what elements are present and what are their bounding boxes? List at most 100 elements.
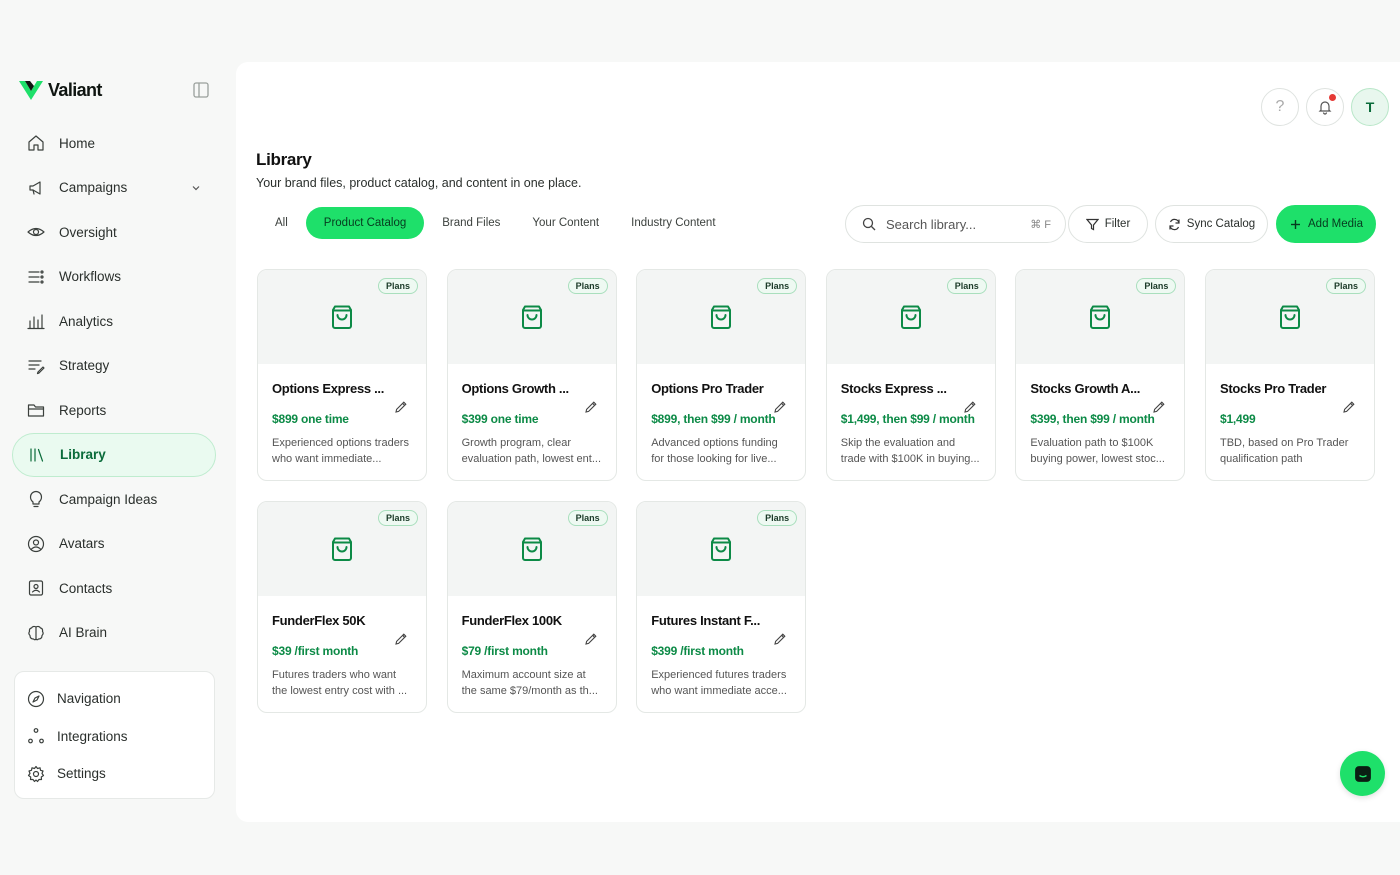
sidebar-item-label: Settings — [57, 766, 106, 782]
sidebar-bottom-menu: Navigation Integrations Settings — [14, 671, 215, 799]
product-card[interactable]: Plans Futures Instant F... $399 /first mon… — [636, 501, 807, 713]
notifications-button[interactable] — [1306, 88, 1344, 126]
sidebar-item-label: Analytics — [59, 313, 114, 329]
filter-button[interactable]: Filter — [1068, 205, 1148, 243]
sidebar-item-home[interactable]: Home — [12, 121, 216, 166]
sidebar-item-oversight[interactable]: Oversight — [12, 210, 216, 255]
tab-product-catalog[interactable]: Product Catalog — [305, 207, 425, 239]
sidebar-item-integrations[interactable]: Integrations — [15, 718, 214, 756]
product-thumbnail: Plans — [1016, 270, 1185, 364]
sidebar-item-contacts[interactable]: Contacts — [12, 566, 216, 611]
plans-badge: Plans — [377, 278, 418, 294]
sidebar-item-reports[interactable]: Reports — [12, 388, 216, 433]
add-media-button[interactable]: Add Media — [1276, 205, 1376, 243]
pencil-edit-icon[interactable] — [584, 632, 598, 646]
tab-your-content[interactable]: Your Content — [518, 207, 613, 239]
sidebar-item-label: Campaigns — [59, 180, 128, 196]
folder-icon — [26, 400, 46, 420]
sidebar-collapse-icon[interactable] — [192, 81, 210, 99]
sidebar-item-campaigns[interactable]: Campaigns — [12, 166, 216, 211]
tab-all[interactable]: All — [262, 207, 302, 239]
product-description: Experienced futures traders who want imm… — [651, 669, 787, 697]
header-actions: ? T — [1261, 88, 1389, 126]
sidebar-item-library[interactable]: Library — [12, 432, 216, 477]
plans-badge: Plans — [1325, 278, 1366, 294]
plans-badge: Plans — [567, 510, 608, 526]
sync-catalog-button[interactable]: Sync Catalog — [1155, 205, 1268, 243]
product-description: Evaluation path to $100K buying power, l… — [1030, 437, 1165, 465]
product-card[interactable]: Plans Options Growth ... $399 one time Grow… — [446, 269, 617, 481]
product-card[interactable]: Plans FunderFlex 50K $39 /first month Futur… — [257, 501, 427, 713]
sidebar-item-label: Campaign Ideas — [59, 491, 158, 507]
sidebar-item-workflows[interactable]: Workflows — [12, 255, 216, 300]
product-card[interactable]: Plans Stocks Pro Trader $1,499 TBD, based o… — [1204, 269, 1375, 481]
page-subtitle: Your brand files, product catalog, and c… — [256, 176, 582, 190]
plans-badge: Plans — [946, 278, 987, 294]
product-thumbnail: Plans — [637, 502, 806, 596]
contact-card-icon — [26, 578, 46, 598]
library-icon — [27, 445, 47, 465]
sidebar-item-ai-brain[interactable]: AI Brain — [12, 611, 216, 656]
pencil-edit-icon[interactable] — [773, 400, 787, 414]
product-card[interactable]: Plans Stocks Growth A... $399, then $99 / … — [1015, 269, 1186, 481]
product-title: Options Express ... — [272, 381, 385, 396]
product-description: Skip the evaluation and trade with $100K… — [840, 437, 980, 465]
plus-icon — [1291, 219, 1300, 229]
sidebar-item-analytics[interactable]: Analytics — [12, 299, 216, 344]
tab-industry-content[interactable]: Industry Content — [617, 207, 729, 239]
shopping-bag-icon — [900, 305, 921, 329]
search-input[interactable] — [886, 216, 1016, 232]
product-card[interactable]: Plans Options Pro Trader $899, then $99 / … — [636, 269, 807, 481]
product-thumbnail: Plans — [447, 270, 616, 364]
plans-badge: Plans — [757, 278, 798, 294]
pencil-edit-icon[interactable] — [394, 632, 408, 646]
shopping-bag-icon — [1090, 305, 1111, 329]
sidebar-item-campaign-ideas[interactable]: Campaign Ideas — [12, 477, 216, 522]
sync-label: Sync Catalog — [1186, 218, 1256, 230]
product-card[interactable]: Plans Options Express ... $899 one time Exp… — [257, 269, 427, 481]
product-price: $399 one time — [461, 412, 539, 426]
sidebar: Valiant Home Campaigns Oversight Workflows A… — [0, 0, 236, 875]
product-price: $79 /first month — [461, 644, 548, 658]
filter-label: Filter — [1104, 218, 1131, 230]
plans-badge: Plans — [757, 510, 798, 526]
home-icon — [26, 133, 46, 153]
sidebar-item-settings[interactable]: Settings — [15, 755, 214, 793]
refresh-icon — [1169, 218, 1180, 230]
sidebar-item-avatars[interactable]: Avatars — [12, 522, 216, 567]
workflow-icon — [26, 267, 46, 287]
product-description: Experienced options traders who want imm… — [272, 437, 409, 465]
integrations-icon — [27, 727, 45, 745]
sidebar-item-label: Avatars — [59, 536, 105, 552]
user-circle-icon — [26, 534, 46, 554]
pencil-edit-icon[interactable] — [773, 632, 787, 646]
main-panel: ? T Library Your brand files, product ca… — [236, 62, 1400, 822]
pencil-edit-icon[interactable] — [394, 400, 408, 414]
sidebar-item-navigation[interactable]: Navigation — [15, 680, 214, 718]
brain-icon — [26, 623, 46, 643]
help-button[interactable]: ? — [1261, 88, 1299, 126]
pencil-edit-icon[interactable] — [1342, 400, 1356, 414]
pencil-edit-icon[interactable] — [1152, 400, 1166, 414]
product-price: $399 /first month — [651, 644, 744, 658]
chevron-down-icon[interactable] — [190, 182, 202, 194]
help-icon: ? — [1275, 98, 1285, 115]
user-avatar[interactable]: T — [1351, 88, 1389, 126]
brand-logo[interactable]: Valiant — [18, 77, 102, 103]
product-title: FunderFlex 100K — [461, 613, 563, 628]
bar-chart-icon — [26, 311, 46, 331]
chat-button[interactable] — [1340, 751, 1385, 796]
product-card[interactable]: Plans Stocks Express ... $1,499, then $99 … — [825, 269, 996, 481]
shopping-bag-icon — [711, 305, 732, 329]
product-card[interactable]: Plans FunderFlex 100K $79 /first month Maxi… — [446, 501, 617, 713]
plans-badge: Plans — [567, 278, 608, 294]
sidebar-item-strategy[interactable]: Strategy — [12, 344, 216, 389]
product-thumbnail: Plans — [258, 270, 426, 364]
plans-badge: Plans — [1136, 278, 1177, 294]
tab-brand-files[interactable]: Brand Files — [428, 207, 514, 239]
product-thumbnail: Plans — [1205, 270, 1374, 364]
pencil-edit-icon[interactable] — [963, 400, 977, 414]
product-grid: Plans Options Express ... $899 one time Exp… — [257, 269, 1375, 713]
search-box[interactable]: ⌘ F — [845, 205, 1066, 243]
pencil-edit-icon[interactable] — [584, 400, 598, 414]
